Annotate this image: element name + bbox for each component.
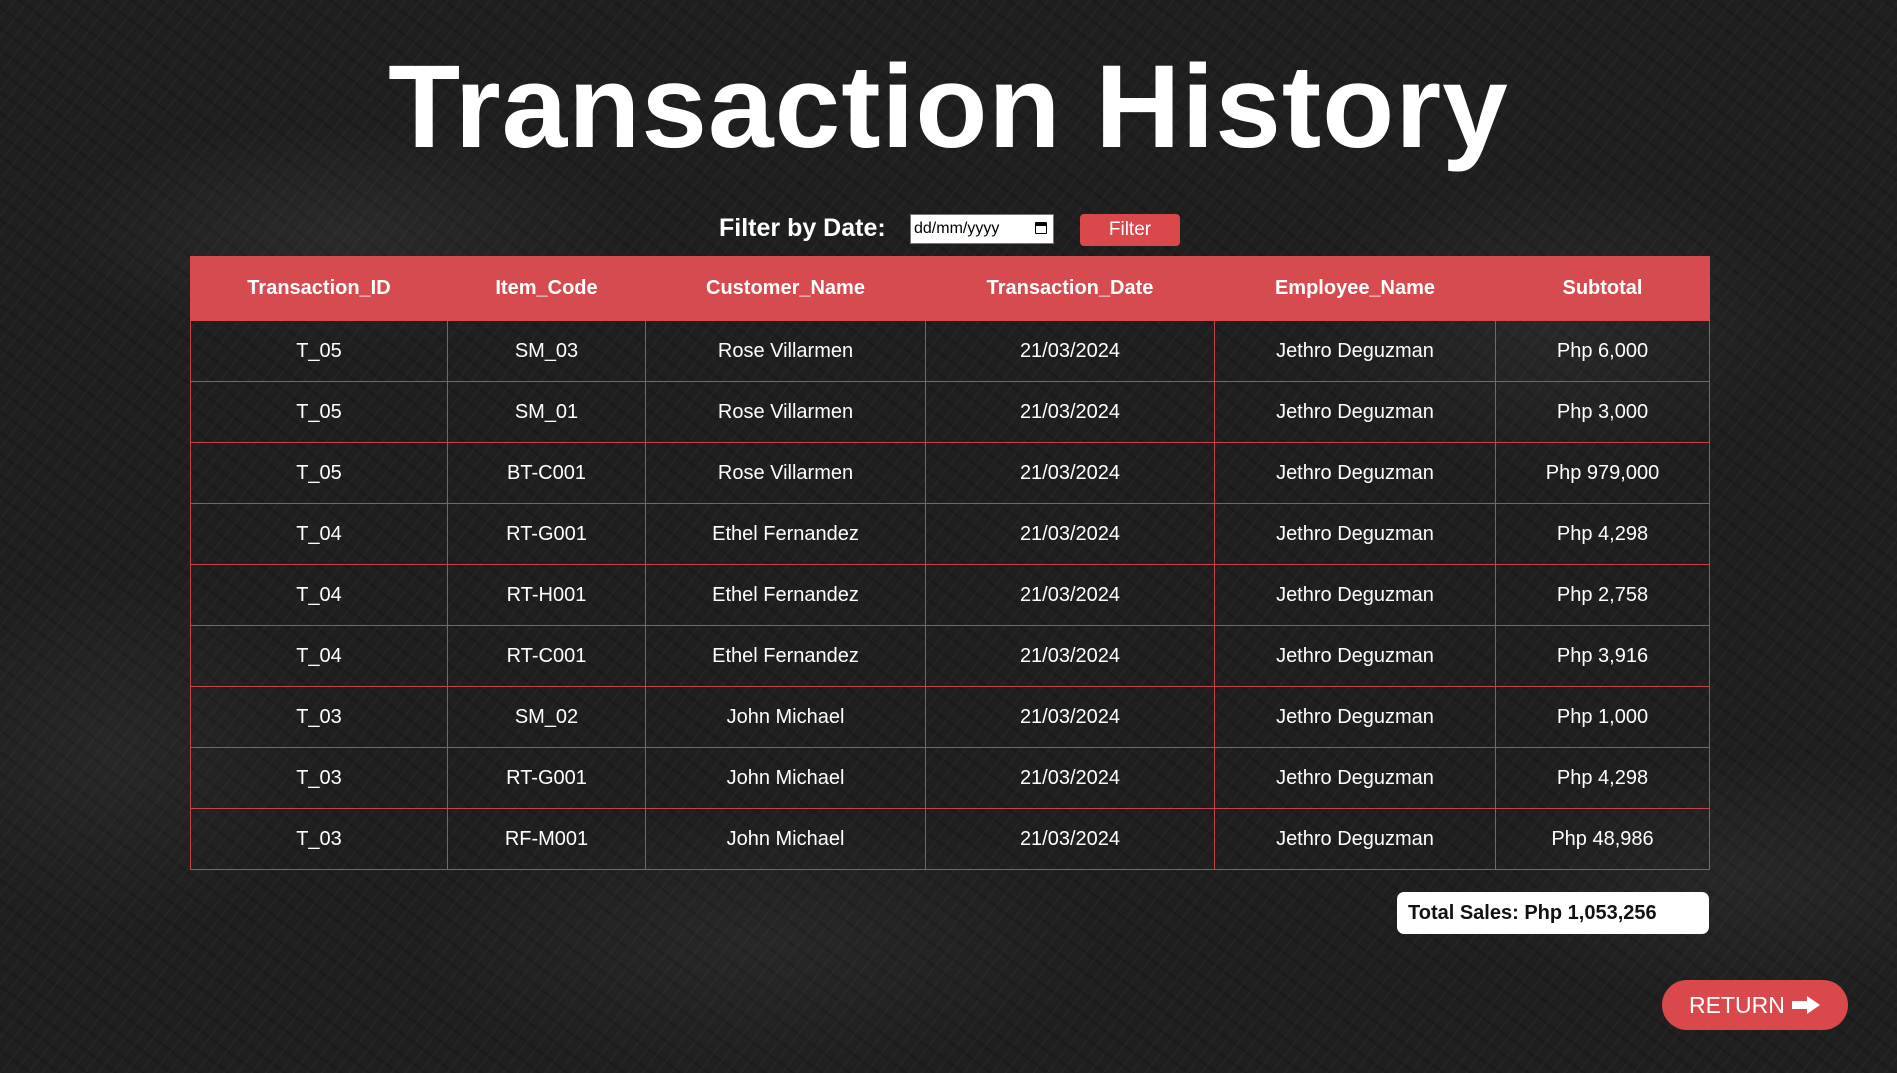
customer-name-cell: John Michael bbox=[645, 808, 926, 870]
item-code-cell: SM_01 bbox=[447, 381, 646, 443]
return-button[interactable]: RETURN bbox=[1662, 980, 1848, 1030]
column-header-employee-name: Employee_Name bbox=[1214, 256, 1496, 321]
transaction-date-cell: 21/03/2024 bbox=[925, 686, 1215, 748]
date-filter-bar: Filter by Date: dd/mm/yyyy Filter bbox=[0, 212, 1897, 246]
item-code-cell: RT-G001 bbox=[447, 747, 646, 809]
transaction-date-cell: 21/03/2024 bbox=[925, 503, 1215, 565]
table-row: T_03 RF-M001 John Michael 21/03/2024 Jet… bbox=[190, 808, 1710, 870]
transaction-id-cell: T_03 bbox=[190, 808, 448, 870]
transaction-date-cell: 21/03/2024 bbox=[925, 442, 1215, 504]
table-row: T_03 RT-G001 John Michael 21/03/2024 Jet… bbox=[190, 747, 1710, 809]
employee-name-cell: Jethro Deguzman bbox=[1214, 686, 1496, 748]
employee-name-cell: Jethro Deguzman bbox=[1214, 381, 1496, 443]
subtotal-cell: Php 6,000 bbox=[1495, 320, 1710, 382]
transaction-table-container: Transaction_ID Item_Code Customer_Name T… bbox=[190, 256, 1710, 870]
transaction-date-cell: 21/03/2024 bbox=[925, 381, 1215, 443]
customer-name-cell: Ethel Fernandez bbox=[645, 503, 926, 565]
total-sales-box: Total Sales: Php 1,053,256 bbox=[1397, 892, 1709, 934]
transaction-date-cell: 21/03/2024 bbox=[925, 564, 1215, 626]
employee-name-cell: Jethro Deguzman bbox=[1214, 503, 1496, 565]
transaction-id-cell: T_03 bbox=[190, 686, 448, 748]
column-header-item-code: Item_Code bbox=[447, 256, 646, 321]
transaction-id-cell: T_04 bbox=[190, 564, 448, 626]
filter-button[interactable]: Filter bbox=[1080, 214, 1180, 246]
transaction-id-cell: T_05 bbox=[190, 381, 448, 443]
subtotal-cell: Php 1,000 bbox=[1495, 686, 1710, 748]
table-row: T_04 RT-H001 Ethel Fernandez 21/03/2024 … bbox=[190, 564, 1710, 626]
column-header-transaction-date: Transaction_Date bbox=[925, 256, 1215, 321]
table-row: T_05 SM_03 Rose Villarmen 21/03/2024 Jet… bbox=[190, 320, 1710, 382]
date-input-placeholder: dd/mm/yyyy bbox=[914, 220, 1000, 237]
customer-name-cell: John Michael bbox=[645, 686, 926, 748]
customer-name-cell: Rose Villarmen bbox=[645, 320, 926, 382]
calendar-icon[interactable] bbox=[1035, 222, 1047, 234]
table-row: T_05 SM_01 Rose Villarmen 21/03/2024 Jet… bbox=[190, 381, 1710, 443]
transaction-date-cell: 21/03/2024 bbox=[925, 808, 1215, 870]
subtotal-cell: Php 4,298 bbox=[1495, 747, 1710, 809]
employee-name-cell: Jethro Deguzman bbox=[1214, 808, 1496, 870]
employee-name-cell: Jethro Deguzman bbox=[1214, 564, 1496, 626]
date-input[interactable]: dd/mm/yyyy bbox=[910, 214, 1054, 244]
customer-name-cell: John Michael bbox=[645, 747, 926, 809]
column-header-customer-name: Customer_Name bbox=[645, 256, 926, 321]
transaction-date-cell: 21/03/2024 bbox=[925, 747, 1215, 809]
subtotal-cell: Php 48,986 bbox=[1495, 808, 1710, 870]
employee-name-cell: Jethro Deguzman bbox=[1214, 442, 1496, 504]
subtotal-cell: Php 3,000 bbox=[1495, 381, 1710, 443]
transaction-date-cell: 21/03/2024 bbox=[925, 320, 1215, 382]
transaction-id-cell: T_05 bbox=[190, 442, 448, 504]
table-row: T_04 RT-C001 Ethel Fernandez 21/03/2024 … bbox=[190, 625, 1710, 687]
item-code-cell: RT-C001 bbox=[447, 625, 646, 687]
employee-name-cell: Jethro Deguzman bbox=[1214, 747, 1496, 809]
customer-name-cell: Ethel Fernandez bbox=[645, 564, 926, 626]
customer-name-cell: Rose Villarmen bbox=[645, 442, 926, 504]
page-title: Transaction History bbox=[388, 41, 1509, 173]
transaction-id-cell: T_05 bbox=[190, 320, 448, 382]
transaction-id-cell: T_04 bbox=[190, 625, 448, 687]
employee-name-cell: Jethro Deguzman bbox=[1214, 625, 1496, 687]
column-header-subtotal: Subtotal bbox=[1495, 256, 1710, 321]
arrow-right-icon bbox=[1792, 996, 1820, 1014]
item-code-cell: BT-C001 bbox=[447, 442, 646, 504]
item-code-cell: SM_03 bbox=[447, 320, 646, 382]
subtotal-cell: Php 979,000 bbox=[1495, 442, 1710, 504]
transaction-id-cell: T_04 bbox=[190, 503, 448, 565]
customer-name-cell: Rose Villarmen bbox=[645, 381, 926, 443]
item-code-cell: SM_02 bbox=[447, 686, 646, 748]
table-row: T_04 RT-G001 Ethel Fernandez 21/03/2024 … bbox=[190, 503, 1710, 565]
table-row: T_05 BT-C001 Rose Villarmen 21/03/2024 J… bbox=[190, 442, 1710, 504]
transaction-table: Transaction_ID Item_Code Customer_Name T… bbox=[190, 256, 1710, 870]
item-code-cell: RT-G001 bbox=[447, 503, 646, 565]
filter-label: Filter by Date: bbox=[719, 214, 886, 242]
subtotal-cell: Php 3,916 bbox=[1495, 625, 1710, 687]
table-header-row: Transaction_ID Item_Code Customer_Name T… bbox=[190, 256, 1710, 321]
return-label: RETURN bbox=[1689, 992, 1785, 1018]
subtotal-cell: Php 2,758 bbox=[1495, 564, 1710, 626]
customer-name-cell: Ethel Fernandez bbox=[645, 625, 926, 687]
item-code-cell: RF-M001 bbox=[447, 808, 646, 870]
table-row: T_03 SM_02 John Michael 21/03/2024 Jethr… bbox=[190, 686, 1710, 748]
item-code-cell: RT-H001 bbox=[447, 564, 646, 626]
subtotal-cell: Php 4,298 bbox=[1495, 503, 1710, 565]
column-header-transaction-id: Transaction_ID bbox=[190, 256, 448, 321]
transaction-id-cell: T_03 bbox=[190, 747, 448, 809]
employee-name-cell: Jethro Deguzman bbox=[1214, 320, 1496, 382]
transaction-date-cell: 21/03/2024 bbox=[925, 625, 1215, 687]
